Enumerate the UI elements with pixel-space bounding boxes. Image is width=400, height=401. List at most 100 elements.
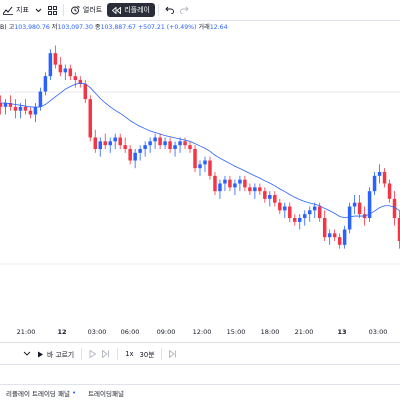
toolbar-divider [62,4,64,16]
select-bar-control[interactable]: 바 고르기 [34,349,77,359]
candle [372,172,377,195]
candle [53,45,58,69]
candle [133,149,137,169]
time-axis-label: 12 [57,328,67,336]
play-button[interactable] [86,350,99,358]
chevron-down-icon [35,8,42,12]
candle [153,133,157,149]
candle [293,214,297,226]
candle [263,187,267,203]
candle [173,141,177,157]
jump-to-end-icon [169,350,177,358]
rewind-icon [112,6,122,14]
candle [48,49,53,80]
candle [148,137,152,153]
candle [238,175,242,192]
candle [113,133,117,149]
candle [228,175,232,192]
time-axis[interactable]: 21:00 12 03:00 06:00 09:00 12:00 15:00 18:00 21:… [0,326,400,340]
toolbar-divider [157,4,159,16]
replay-control-bar: 바 고르기 1x 30분 [0,342,400,365]
play-icon [89,350,97,358]
candle [283,202,287,218]
collapse-icon [23,351,31,356]
candle [248,183,252,195]
candle [268,191,272,207]
alerts-button[interactable]: 얼러트 [67,2,105,18]
bottom-panel-tabs: 리플레이 트레이딩 패널 • 트레이딩패널 [0,384,400,401]
candle [213,172,217,195]
candle [332,229,337,241]
ohlc-volume-label: 거래 [198,24,210,31]
candle [377,164,382,184]
candle [103,133,107,149]
ohlc-change-value: +507.21 (+0.49%) [137,24,197,31]
redo-button[interactable] [177,2,192,18]
candle [327,229,332,245]
ohlc-legend: B) 고103,980.76 저103,097.30 종103,887.67 +… [0,22,228,32]
ohlc-prefix: B) [0,24,7,31]
candle [258,183,262,195]
candle [193,145,197,172]
alarm-clock-icon [70,5,80,15]
candle [58,57,63,77]
candle [178,137,182,153]
tab-label: 트레이딩패널 [88,390,124,398]
panel-divider [0,364,400,385]
candle [288,202,292,222]
candle [183,137,187,149]
candle [158,133,162,149]
jump-to-realtime-button[interactable] [166,350,180,358]
indicators-button[interactable]: 지표 [0,2,32,18]
layout-button[interactable] [45,2,60,18]
select-bar-button[interactable] [20,350,34,358]
candle [198,160,202,176]
grid-layout-icon [47,5,57,15]
candle [73,72,78,88]
tab-replay-trading-panel[interactable]: 리플레이 트레이딩 패널 • [0,388,82,398]
active-dot-icon: • [71,389,77,397]
tab-label: 리플레이 트레이딩 패널 [6,390,70,398]
ohlc-high-value: 103,980.76 [14,24,50,31]
candle [233,179,237,195]
indicators-label: 지표 [16,6,29,14]
candle [163,137,167,149]
candle [28,106,33,119]
candlestick-chart[interactable] [0,34,400,324]
indicators-dropdown[interactable] [32,2,45,18]
candle [322,210,327,241]
replay-divider [81,348,83,360]
undo-icon [165,6,174,14]
interval-selector[interactable]: 30분 [137,349,158,359]
alerts-label: 얼러트 [82,6,103,14]
indicators-icon [3,6,13,15]
candle [342,225,347,249]
undo-button[interactable] [162,2,177,18]
candle [387,179,392,203]
candle [273,191,277,207]
candle [347,202,352,234]
tab-trading-panel[interactable]: 트레이딩패널 [82,388,130,398]
candle [123,137,127,153]
time-axis-label: 21:00 [294,328,314,336]
price-chart[interactable] [0,34,400,324]
redo-icon [180,6,189,14]
time-axis-label: 06:00 [120,328,140,336]
candle [382,168,387,188]
replay-divider [161,348,163,360]
step-forward-button[interactable] [99,350,113,358]
candle [138,145,142,161]
candle [188,141,192,153]
bar-select-icon [38,351,43,357]
candle [243,175,247,192]
candle [98,137,102,157]
candle [63,64,68,80]
time-axis-label: 18:00 [260,328,280,336]
speed-selector[interactable]: 1x [122,350,136,358]
speed-label: 1x [125,350,134,358]
candle [13,99,18,119]
replay-button[interactable]: 리플레이 [107,3,155,17]
candle [143,141,147,157]
candle [223,175,227,192]
ohlc-low-value: 103,097.30 [57,24,93,31]
